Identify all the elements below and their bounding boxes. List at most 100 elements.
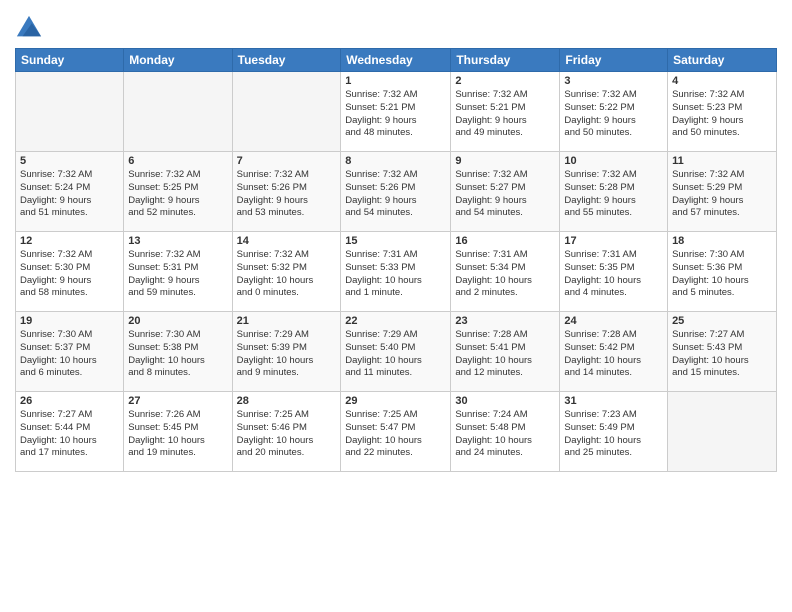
day-info: Sunrise: 7:31 AM Sunset: 5:34 PM Dayligh… [455,249,555,300]
logo [15,14,46,42]
day-info: Sunrise: 7:32 AM Sunset: 5:26 PM Dayligh… [345,169,446,220]
day-cell: 3Sunrise: 7:32 AM Sunset: 5:22 PM Daylig… [560,72,668,152]
day-number: 14 [237,235,337,247]
week-row-5: 26Sunrise: 7:27 AM Sunset: 5:44 PM Dayli… [16,392,777,472]
day-number: 24 [564,315,663,327]
day-number: 20 [128,315,227,327]
day-info: Sunrise: 7:31 AM Sunset: 5:35 PM Dayligh… [564,249,663,300]
day-info: Sunrise: 7:28 AM Sunset: 5:42 PM Dayligh… [564,329,663,380]
day-cell: 31 Sunrise: 7:23 AM Sunset: 5:49 PM Dayli… [560,392,668,472]
day-cell [668,392,777,472]
day-number: 25 [672,315,772,327]
day-info: Sunrise: 7:26 AM Sunset: 5:45 PM Dayligh… [128,409,227,460]
day-info: Sunrise: 7:32 AM Sunset: 5:32 PM Dayligh… [237,249,337,300]
day-cell: 6 Sunrise: 7:32 AM Sunset: 5:25 PM Daylig… [124,152,232,232]
day-cell: 17Sunrise: 7:31 AM Sunset: 5:35 PM Dayli… [560,232,668,312]
day-cell [16,72,124,152]
day-number: 8 [345,155,446,167]
day-info: Sunrise: 7:28 AM Sunset: 5:41 PM Dayligh… [455,329,555,380]
day-number: 31 [564,395,663,407]
day-number: 29 [345,395,446,407]
day-number: 28 [237,395,337,407]
day-info: Sunrise: 7:32 AM Sunset: 5:25 PM Dayligh… [128,169,227,220]
day-cell: 8 Sunrise: 7:32 AM Sunset: 5:26 PM Daylig… [341,152,451,232]
day-cell: 10 Sunrise: 7:32 AM Sunset: 5:28 PM Dayli… [560,152,668,232]
day-info: Sunrise: 7:32 AM Sunset: 5:24 PM Dayligh… [20,169,119,220]
day-cell: 22 Sunrise: 7:29 AM Sunset: 5:40 PM Dayli… [341,312,451,392]
day-cell: 14 Sunrise: 7:32 AM Sunset: 5:32 PM Dayli… [232,232,341,312]
day-number: 21 [237,315,337,327]
day-number: 12 [20,235,119,247]
day-cell: 24 Sunrise: 7:28 AM Sunset: 5:42 PM Dayli… [560,312,668,392]
day-info: Sunrise: 7:30 AM Sunset: 5:37 PM Dayligh… [20,329,119,380]
day-number: 5 [20,155,119,167]
day-cell: 29Sunrise: 7:25 AM Sunset: 5:47 PM Dayli… [341,392,451,472]
day-info: Sunrise: 7:32 AM Sunset: 5:30 PM Dayligh… [20,249,119,300]
weekday-header-monday: Monday [124,49,232,72]
day-cell: 12 Sunrise: 7:32 AM Sunset: 5:30 PM Dayli… [16,232,124,312]
day-cell: 30 Sunrise: 7:24 AM Sunset: 5:48 PM Dayli… [451,392,560,472]
day-cell: 19 Sunrise: 7:30 AM Sunset: 5:37 PM Dayli… [16,312,124,392]
day-number: 6 [128,155,227,167]
day-number: 1 [345,75,446,87]
weekday-header-friday: Friday [560,49,668,72]
day-number: 22 [345,315,446,327]
header [15,10,777,42]
day-number: 27 [128,395,227,407]
day-cell: 20 Sunrise: 7:30 AM Sunset: 5:38 PM Dayli… [124,312,232,392]
day-info: Sunrise: 7:32 AM Sunset: 5:26 PM Dayligh… [237,169,337,220]
day-info: Sunrise: 7:24 AM Sunset: 5:48 PM Dayligh… [455,409,555,460]
day-info: Sunrise: 7:30 AM Sunset: 5:38 PM Dayligh… [128,329,227,380]
day-info: Sunrise: 7:32 AM Sunset: 5:27 PM Dayligh… [455,169,555,220]
day-number: 16 [455,235,555,247]
day-cell [232,72,341,152]
day-cell: 21 Sunrise: 7:29 AM Sunset: 5:39 PM Dayli… [232,312,341,392]
weekday-header-thursday: Thursday [451,49,560,72]
day-info: Sunrise: 7:30 AM Sunset: 5:36 PM Dayligh… [672,249,772,300]
day-cell: 25 Sunrise: 7:27 AM Sunset: 5:43 PM Dayli… [668,312,777,392]
day-number: 11 [672,155,772,167]
day-info: Sunrise: 7:32 AM Sunset: 5:28 PM Dayligh… [564,169,663,220]
day-number: 18 [672,235,772,247]
day-info: Sunrise: 7:32 AM Sunset: 5:23 PM Dayligh… [672,89,772,140]
day-cell: 4 Sunrise: 7:32 AM Sunset: 5:23 PM Daylig… [668,72,777,152]
day-info: Sunrise: 7:29 AM Sunset: 5:40 PM Dayligh… [345,329,446,380]
weekday-header-saturday: Saturday [668,49,777,72]
week-row-4: 19 Sunrise: 7:30 AM Sunset: 5:37 PM Dayli… [16,312,777,392]
day-number: 9 [455,155,555,167]
day-cell: 13 Sunrise: 7:32 AM Sunset: 5:31 PM Dayli… [124,232,232,312]
day-number: 10 [564,155,663,167]
day-number: 30 [455,395,555,407]
day-cell: 23 Sunrise: 7:28 AM Sunset: 5:41 PM Dayli… [451,312,560,392]
day-cell: 26Sunrise: 7:27 AM Sunset: 5:44 PM Dayli… [16,392,124,472]
day-info: Sunrise: 7:23 AM Sunset: 5:49 PM Dayligh… [564,409,663,460]
day-number: 7 [237,155,337,167]
day-cell [124,72,232,152]
day-cell: 11 Sunrise: 7:32 AM Sunset: 5:29 PM Dayli… [668,152,777,232]
day-cell: 9 Sunrise: 7:32 AM Sunset: 5:27 PM Daylig… [451,152,560,232]
day-info: Sunrise: 7:32 AM Sunset: 5:21 PM Dayligh… [455,89,555,140]
day-number: 23 [455,315,555,327]
weekday-header-tuesday: Tuesday [232,49,341,72]
day-cell: 5 Sunrise: 7:32 AM Sunset: 5:24 PM Daylig… [16,152,124,232]
day-info: Sunrise: 7:29 AM Sunset: 5:39 PM Dayligh… [237,329,337,380]
day-number: 19 [20,315,119,327]
day-cell: 2Sunrise: 7:32 AM Sunset: 5:21 PM Daylig… [451,72,560,152]
day-cell: 18 Sunrise: 7:30 AM Sunset: 5:36 PM Dayli… [668,232,777,312]
day-number: 4 [672,75,772,87]
weekday-header-row: SundayMondayTuesdayWednesdayThursdayFrid… [16,49,777,72]
day-info: Sunrise: 7:32 AM Sunset: 5:31 PM Dayligh… [128,249,227,300]
day-number: 15 [345,235,446,247]
week-row-1: 1 Sunrise: 7:32 AM Sunset: 5:21 PM Daylig… [16,72,777,152]
day-info: Sunrise: 7:32 AM Sunset: 5:21 PM Dayligh… [345,89,446,140]
week-row-2: 5 Sunrise: 7:32 AM Sunset: 5:24 PM Daylig… [16,152,777,232]
day-cell: 1 Sunrise: 7:32 AM Sunset: 5:21 PM Daylig… [341,72,451,152]
day-number: 13 [128,235,227,247]
day-cell: 28Sunrise: 7:25 AM Sunset: 5:46 PM Dayli… [232,392,341,472]
day-info: Sunrise: 7:32 AM Sunset: 5:29 PM Dayligh… [672,169,772,220]
day-info: Sunrise: 7:31 AM Sunset: 5:33 PM Dayligh… [345,249,446,300]
day-cell: 16 Sunrise: 7:31 AM Sunset: 5:34 PM Dayli… [451,232,560,312]
day-info: Sunrise: 7:32 AM Sunset: 5:22 PM Dayligh… [564,89,663,140]
day-info: Sunrise: 7:27 AM Sunset: 5:43 PM Dayligh… [672,329,772,380]
day-cell: 7 Sunrise: 7:32 AM Sunset: 5:26 PM Daylig… [232,152,341,232]
